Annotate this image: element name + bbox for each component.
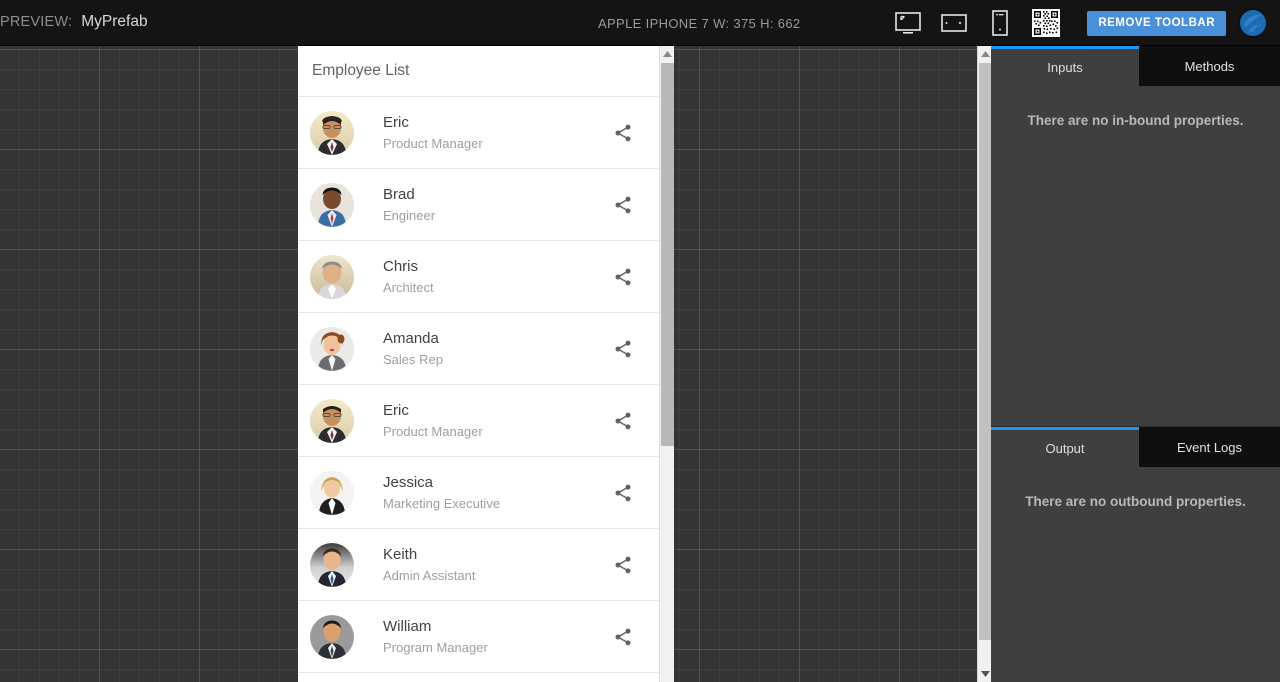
tablet-preview-icon[interactable] [931,0,977,46]
employee-title: Engineer [383,208,436,223]
share-icon[interactable] [611,337,635,361]
avatar-chris [310,254,354,299]
employee-title: Sales Rep [383,352,443,367]
list-item-text: Brad Engineer [354,186,611,223]
list-item-text: Keith Admin Assistant [354,546,611,583]
list-item-text: Chris Architect [354,258,611,295]
employee-title: Marketing Executive [383,496,501,511]
preview-word: PREVIEW: [0,14,73,30]
remove-toolbar-button[interactable]: REMOVE TOOLBAR [1087,10,1226,36]
preview-label: PREVIEW: MyPrefab [0,13,148,31]
avatar-jessica [310,470,354,515]
device-info-label: APPLE IPHONE 7 W: 375 H: 662 [598,16,801,31]
toolbar-actions: REMOVE TOOLBAR [885,0,1270,46]
employee-title: Program Manager [383,640,488,655]
list-item[interactable]: Amanda Sales Rep [298,312,659,384]
prefab-name: MyPrefab [81,13,148,30]
list-item[interactable]: Chris Architect [298,240,659,312]
avatar-william [310,614,354,659]
list-item-text: Eric Product Manager [354,402,611,439]
employee-name: Chris [383,258,419,275]
avatar-keith [310,542,354,587]
list-item[interactable]: Eric Product Manager [298,384,659,456]
tab-event-logs[interactable]: Event Logs [1139,427,1280,467]
tab-inputs[interactable]: Inputs [991,46,1139,86]
qr-code-icon[interactable] [1023,0,1069,46]
avatar-amanda [310,326,354,371]
employee-title: Architect [383,280,434,295]
properties-panel: Inputs Methods There are no in-bound pro… [991,46,1280,682]
share-icon[interactable] [611,409,635,433]
phone-preview-frame: Employee List Eric Product Manager Brad … [298,46,674,682]
employee-list-card: Employee List Eric Product Manager Brad … [298,46,659,682]
tab-methods[interactable]: Methods [1139,46,1280,86]
share-icon[interactable] [611,481,635,505]
share-icon[interactable] [611,193,635,217]
card-title: Employee List [312,62,410,79]
inputs-empty-message: There are no in-bound properties. [1027,113,1244,128]
output-panel-section: Output Event Logs There are no outbound … [991,426,1280,682]
list-item[interactable] [298,672,659,682]
page-scroll-up-arrow-icon[interactable] [978,46,992,62]
app-brand-logo[interactable] [1238,8,1268,38]
share-icon[interactable] [611,625,635,649]
output-tabs: Output Event Logs [991,427,1280,467]
tab-output[interactable]: Output [991,427,1139,467]
avatar-brad [310,182,354,227]
mobile-preview-icon[interactable] [977,0,1023,46]
employee-name: Amanda [383,330,439,347]
share-icon[interactable] [611,121,635,145]
employee-name: Jessica [383,474,434,491]
avatar-eric-2 [310,398,354,443]
page-scrollbar-thumb[interactable] [979,63,991,640]
share-icon[interactable] [611,553,635,577]
share-icon[interactable] [611,265,635,289]
list-item[interactable]: Brad Engineer [298,168,659,240]
scroll-up-arrow-icon[interactable] [660,46,674,62]
employee-name: Brad [383,186,415,203]
design-canvas[interactable]: Employee List Eric Product Manager Brad … [0,46,977,682]
employee-name: William [383,618,432,635]
top-toolbar: PREVIEW: MyPrefab APPLE IPHONE 7 W: 375 … [0,0,1280,46]
output-empty-message: There are no outbound properties. [1025,494,1246,509]
employee-name: Eric [383,402,409,419]
card-scrollbar-thumb[interactable] [661,63,674,446]
page-scroll-down-arrow-icon[interactable] [978,666,992,682]
list-item[interactable]: Keith Admin Assistant [298,528,659,600]
employee-name: Keith [383,546,418,563]
list-item[interactable]: Eric Product Manager [298,96,659,168]
list-item[interactable]: Jessica Marketing Executive [298,456,659,528]
avatar-eric-1 [310,110,354,155]
list-item-text: Jessica Marketing Executive [354,474,611,511]
list-item-text: Eric Product Manager [354,114,611,151]
employee-title: Admin Assistant [383,568,476,583]
inputs-panel-section: Inputs Methods There are no in-bound pro… [991,46,1280,426]
inputs-tabs: Inputs Methods [991,46,1280,86]
desktop-preview-icon[interactable] [885,0,931,46]
employee-name: Eric [383,114,409,131]
list-item[interactable]: William Program Manager [298,600,659,672]
list-item-text: Amanda Sales Rep [354,330,611,367]
employee-title: Product Manager [383,136,483,151]
list-item-text: William Program Manager [354,618,611,655]
employee-title: Product Manager [383,424,483,439]
page-scrollbar[interactable] [977,46,991,682]
card-scrollbar[interactable] [659,46,674,682]
